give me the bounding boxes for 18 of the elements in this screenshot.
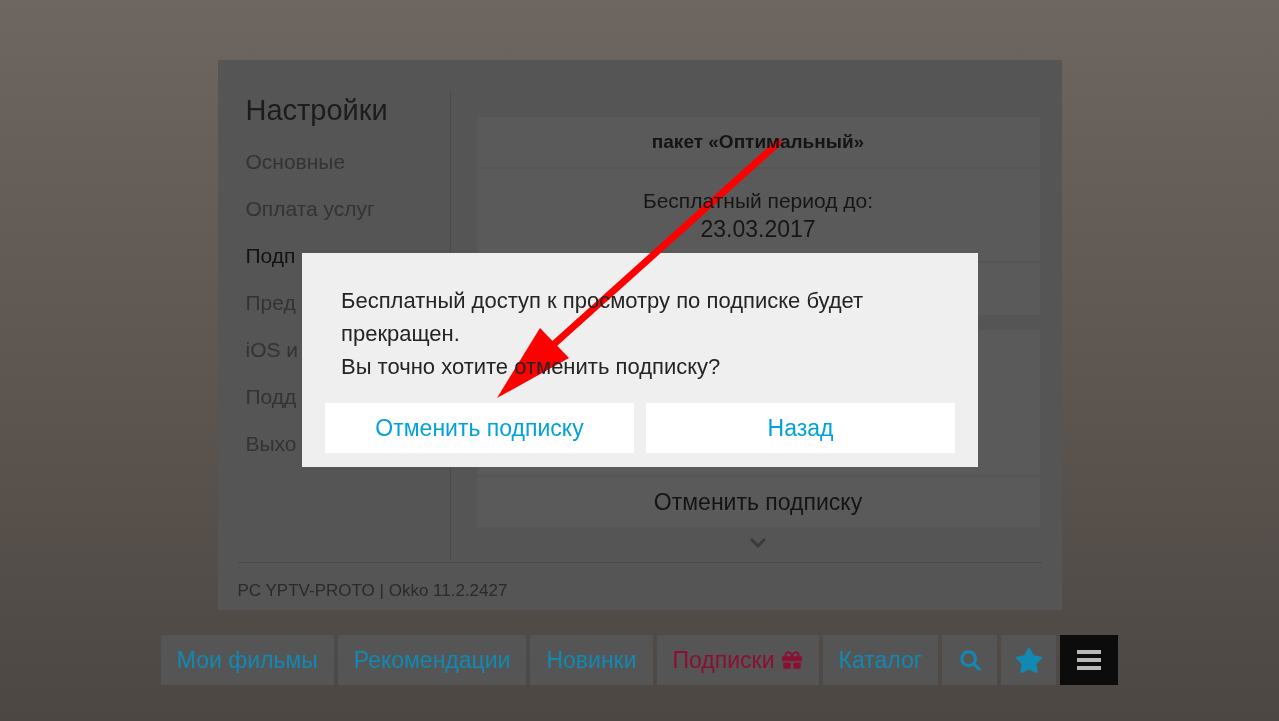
search-button[interactable] (942, 635, 998, 685)
dialog-button[interactable]: Назад (646, 403, 955, 453)
menu-icon (1077, 650, 1102, 670)
nav-tab[interactable]: Подписки (656, 635, 819, 685)
menu-button[interactable] (1060, 635, 1119, 685)
dialog-button[interactable]: Отменить подписку (325, 403, 634, 453)
nav-tab[interactable]: Рекомендации (337, 635, 527, 685)
plan-title: пакет «Оптимальный» (651, 129, 865, 154)
cancel-subscription-button[interactable]: Отменить подписку (476, 477, 1040, 527)
gift-icon (780, 650, 803, 670)
star-icon (1014, 646, 1043, 674)
menu-item[interactable]: Подп (245, 232, 296, 279)
free-period-date: 23.03.2017 (700, 215, 816, 244)
nav-tab[interactable]: Каталог (822, 635, 939, 685)
search-icon (958, 649, 981, 671)
settings-title: Настройки (245, 93, 389, 128)
nav-tab[interactable]: Мои фильмы (160, 635, 334, 685)
nav-tab[interactable]: Новинки (530, 635, 653, 685)
